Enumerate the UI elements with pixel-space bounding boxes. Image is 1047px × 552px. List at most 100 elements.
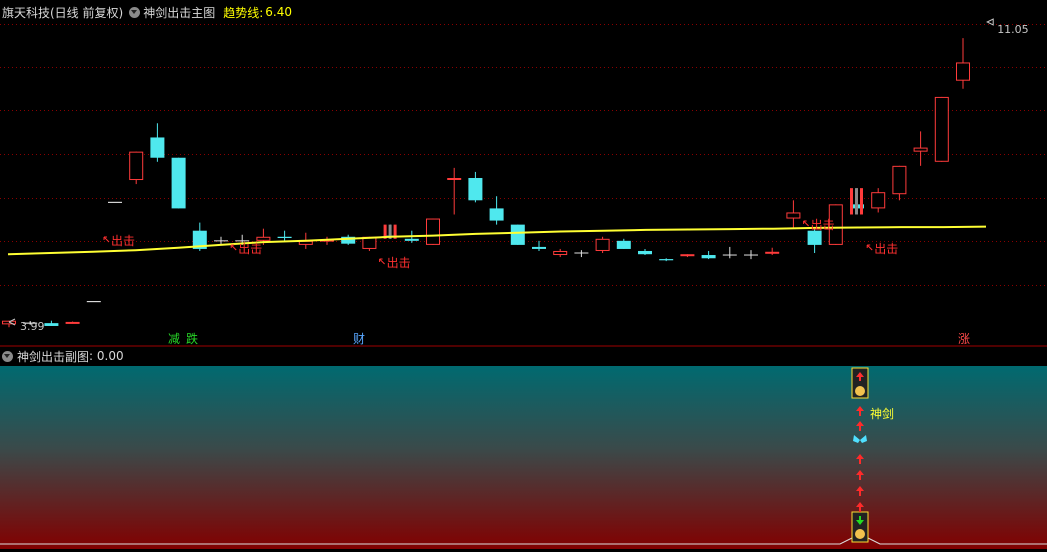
money-bag-icon — [855, 529, 865, 539]
candle — [701, 250, 716, 260]
main-indicator-name[interactable]: 神剑出击主图 — [143, 4, 215, 21]
candle — [277, 230, 292, 241]
candle-body — [616, 240, 631, 249]
candle-body — [934, 96, 949, 162]
candle-body — [404, 238, 419, 241]
exit-label: 出击 — [874, 242, 898, 256]
candle-body — [892, 165, 907, 195]
sub-indicator-chart[interactable]: 神剑 — [0, 348, 1047, 549]
low-price-label: 3.99 — [20, 320, 45, 333]
exit-label: 出击 — [387, 256, 411, 270]
candle — [934, 96, 949, 162]
signal-bar-stripe — [850, 188, 853, 215]
candle-body — [447, 178, 462, 180]
candle-body — [701, 255, 716, 259]
signal-bar-stripe — [855, 188, 858, 215]
sub-gradient-background — [0, 366, 1047, 549]
candle — [786, 200, 801, 229]
candle-body — [510, 224, 525, 245]
candle — [807, 228, 822, 253]
trend-value: 6.40 — [265, 5, 292, 19]
chart-header: 旗天科技(日线 前复权) 神剑出击主图 趋势线: 6.40 — [2, 3, 292, 21]
candle-body — [277, 236, 292, 238]
candle-body — [532, 246, 546, 249]
hint-markers: 减跌 财 涨 — [168, 331, 970, 346]
candle-body — [150, 137, 165, 158]
candle — [553, 248, 568, 258]
stock-title[interactable]: 旗天科技(日线 前复权) — [2, 4, 123, 21]
money-bag-bottom — [851, 511, 869, 543]
candle-body — [65, 321, 80, 324]
candle-body — [765, 251, 780, 254]
candle — [150, 123, 165, 162]
money-bag-top — [851, 367, 869, 399]
candle-body — [956, 62, 970, 81]
candle-body — [659, 259, 674, 261]
candles — [2, 38, 970, 328]
candle — [44, 320, 59, 326]
exit-signal: 出击 — [803, 218, 835, 232]
hint-marker: 跌 — [186, 331, 198, 346]
exit-arrow — [230, 244, 237, 251]
exit-arrow — [803, 220, 809, 227]
sub-indicator-value: : 0.00 — [89, 349, 124, 363]
signal-bar-stripe — [860, 188, 863, 215]
candle — [680, 254, 695, 258]
candle — [65, 321, 80, 324]
signal-bar — [850, 188, 863, 215]
trend-label: 趋势线: — [223, 5, 264, 20]
candle — [468, 171, 483, 203]
candle-body — [807, 230, 822, 245]
sub-chart-panel[interactable]: 神剑 — [0, 348, 1047, 549]
exit-signal: 出击 — [103, 234, 135, 248]
candle-body — [44, 323, 59, 326]
exit-label: 出击 — [811, 218, 835, 232]
candle — [532, 240, 546, 251]
candle — [871, 188, 886, 213]
candle-body — [786, 212, 801, 219]
exit-label: 出击 — [238, 242, 262, 256]
candle-body — [680, 254, 695, 257]
candle — [638, 248, 652, 256]
candle-body — [553, 250, 568, 256]
candle-body — [171, 157, 186, 209]
candle-body — [638, 250, 652, 255]
candle-body — [871, 192, 886, 209]
exit-arrow — [379, 258, 385, 265]
sub-dropdown-icon[interactable] — [2, 350, 13, 362]
candle — [426, 218, 440, 245]
dropdown-icon[interactable] — [129, 6, 141, 18]
candle-body — [595, 238, 610, 251]
exit-signal: 出击 — [866, 242, 898, 256]
candle — [574, 250, 589, 258]
main-chart-panel[interactable]: 出击 出击 出击 出击 出击 11.05 3.99 减跌财涨 旗天科技(日线 前复权) 神… — [0, 0, 1047, 347]
price-labels: 11.05 3.99 — [8, 18, 1029, 333]
hint-marker: 财 — [353, 332, 365, 346]
candle-body — [129, 151, 144, 181]
candle-body — [468, 178, 483, 201]
high-price-label: 11.05 — [997, 23, 1028, 36]
sub-chart-header: 神剑出击副图 : 0.00 — [2, 348, 124, 364]
exit-signal: 出击 — [379, 256, 411, 270]
candlestick-chart[interactable]: 出击出击出击出击出击 11.053.99 减跌财涨 — [0, 0, 1047, 347]
candle — [765, 247, 780, 256]
candle — [956, 38, 970, 89]
hint-marker: 减 — [168, 332, 180, 346]
candle — [595, 236, 610, 253]
hint-marker: 涨 — [958, 331, 970, 346]
candle — [616, 238, 631, 249]
exit-arrow — [866, 244, 873, 251]
candle-body — [489, 208, 504, 221]
candle — [722, 246, 737, 259]
candle — [659, 258, 674, 262]
sub-signal-label: 神剑 — [870, 406, 894, 421]
candle — [447, 167, 462, 215]
candle-body — [913, 147, 928, 152]
candle-body — [426, 218, 440, 245]
candle — [744, 250, 758, 260]
money-bag-icon — [855, 386, 865, 396]
candle — [892, 165, 907, 201]
candle — [489, 196, 504, 225]
candle-body — [256, 236, 271, 241]
sub-indicator-name[interactable]: 神剑出击副图 — [17, 348, 89, 365]
